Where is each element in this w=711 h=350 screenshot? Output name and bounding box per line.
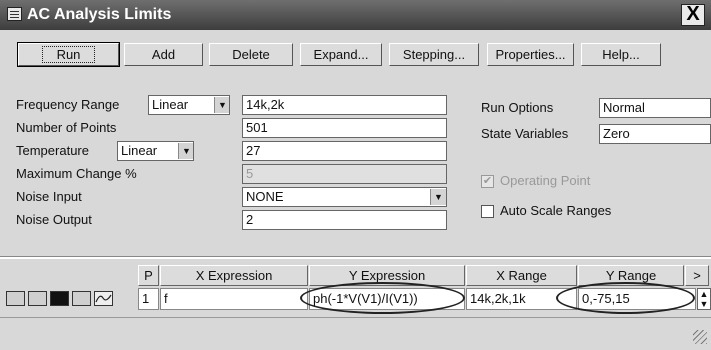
run-options-label: Run Options	[481, 100, 554, 115]
operating-point-label: Operating Point	[500, 173, 591, 188]
resize-grip-icon[interactable]	[693, 330, 707, 344]
table-row-x-expression[interactable]: f	[160, 288, 308, 310]
mode-4-icon[interactable]	[72, 291, 91, 306]
state-variables-select[interactable]: Zero	[599, 124, 711, 144]
maximum-change-input: 5	[242, 164, 447, 184]
waveform-icon[interactable]	[94, 291, 113, 306]
noise-output-label: Noise Output	[16, 212, 92, 227]
mode-2-icon[interactable]	[28, 291, 47, 306]
noise-input-select[interactable]: NONE ▼	[242, 187, 447, 207]
maximum-change-label: Maximum Change %	[16, 166, 137, 181]
noise-input-label: Noise Input	[16, 189, 82, 204]
temperature-input[interactable]: 27	[242, 141, 447, 161]
chevron-down-icon[interactable]: ▼	[214, 97, 229, 113]
frequency-range-mode-select[interactable]: Linear ▼	[148, 95, 230, 115]
stepping-button[interactable]: Stepping...	[389, 43, 479, 66]
title-bar: AC Analysis Limits X	[0, 0, 711, 30]
mode-1-icon[interactable]	[6, 291, 25, 306]
divider	[0, 256, 711, 259]
scroll-columns-button[interactable]: >	[685, 265, 709, 286]
table-row-scrollbar[interactable]: ▲ ▼	[697, 288, 711, 310]
delete-button[interactable]: Delete	[209, 43, 293, 66]
frequency-range-label: Frequency Range	[16, 97, 120, 112]
table-row-p[interactable]: 1	[138, 288, 159, 310]
run-button[interactable]: Run	[17, 42, 120, 67]
noise-input-value: NONE	[246, 189, 284, 204]
temperature-mode-select[interactable]: Linear ▼	[117, 141, 194, 161]
add-button[interactable]: Add	[124, 43, 203, 66]
number-of-points-label: Number of Points	[16, 120, 117, 135]
auto-scale-ranges-checkbox[interactable]	[481, 205, 494, 218]
chevron-down-icon[interactable]: ▼	[430, 189, 446, 205]
run-options-select[interactable]: Normal	[599, 98, 711, 118]
close-icon[interactable]: X	[681, 4, 705, 26]
frequency-range-mode-value: Linear	[152, 97, 189, 112]
temperature-mode-value: Linear	[121, 143, 158, 158]
temperature-label: Temperature	[16, 143, 89, 158]
column-header-p[interactable]: P	[138, 265, 159, 286]
number-of-points-input[interactable]: 501	[242, 118, 447, 138]
window-title: AC Analysis Limits	[27, 6, 172, 23]
annotation-oval-y-expression	[300, 282, 465, 314]
column-header-x-range[interactable]: X Range	[466, 265, 577, 286]
expand-button[interactable]: Expand...	[300, 43, 382, 66]
help-button[interactable]: Help...	[581, 43, 661, 66]
auto-scale-ranges-label: Auto Scale Ranges	[500, 203, 612, 218]
frequency-range-input[interactable]: 14k,2k	[242, 95, 447, 115]
table-icon	[7, 7, 22, 21]
column-header-x-expression[interactable]: X Expression	[160, 265, 308, 286]
noise-output-input[interactable]: 2	[242, 210, 447, 230]
chevron-down-icon[interactable]: ▼	[178, 143, 193, 159]
annotation-oval-y-range	[556, 282, 695, 314]
run-button-label: Run	[41, 46, 96, 63]
status-bar	[0, 317, 711, 350]
ac-analysis-limits-window: AC Analysis Limits X Run Add Delete Expa…	[0, 0, 711, 350]
mode-3-icon[interactable]	[50, 291, 69, 306]
operating-point-checkbox: ✔	[481, 175, 494, 188]
properties-button[interactable]: Properties...	[487, 43, 574, 66]
state-variables-label: State Variables	[481, 126, 569, 141]
